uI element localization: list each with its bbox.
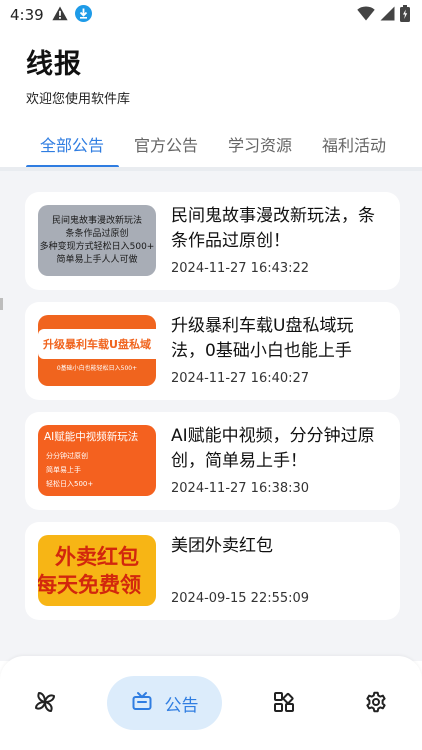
tab-welfare-activities[interactable]: 福利活动 bbox=[322, 132, 386, 156]
announcement-card[interactable]: 升级暴利车载U盘私域 0基础小白也能轻松日入500+ 升级暴利车载U盘私域玩法，… bbox=[25, 302, 400, 400]
announcement-thumbnail: 民间鬼故事漫改新玩法 条条作品过原创 多种变现方式轻松日入500+ 简单易上手人… bbox=[38, 205, 156, 276]
thumbnail-text: 每天免费领 bbox=[38, 572, 141, 597]
signal-icon bbox=[380, 6, 395, 25]
wifi-icon bbox=[357, 6, 375, 25]
thumbnail-text: AI赋能中视频新玩法 bbox=[44, 431, 139, 443]
tab-all-announcements[interactable]: 全部公告 bbox=[40, 132, 104, 156]
thumbnail-text: 外卖红包 bbox=[55, 544, 139, 569]
thumbnail-text: 民间鬼故事漫改新玩法 bbox=[51, 215, 142, 226]
apps-grid-icon bbox=[273, 691, 295, 717]
announcement-thumbnail: 升级暴利车载U盘私域 0基础小白也能轻松日入500+ bbox=[38, 315, 156, 386]
announcement-thumbnail: 外卖红包 每天免费领 bbox=[38, 535, 156, 606]
announcement-date: 2024-11-27 16:43:22 bbox=[171, 261, 310, 276]
page-subtitle: 欢迎您使用软件库 bbox=[26, 92, 131, 107]
announcement-title: 美团外卖红包 bbox=[171, 536, 273, 556]
category-tabs: 全部公告 官方公告 学习资源 福利活动 bbox=[0, 122, 422, 169]
tab-learning-resources[interactable]: 学习资源 bbox=[228, 132, 292, 156]
thumbnail-text: 多种变现方式轻松日入500+ bbox=[39, 241, 155, 252]
nav-settings[interactable] bbox=[361, 689, 391, 719]
bottom-navigation: 公告 bbox=[0, 656, 422, 750]
announcement-card[interactable]: AI赋能中视频新玩法 分分钟过原创 简单易上手 轻松日入500+ AI赋能中视频… bbox=[25, 412, 400, 510]
announcement-title: AI赋能中视频，分分钟过原创，简单易上手！ bbox=[171, 426, 375, 471]
announcement-date: 2024-09-15 22:55:09 bbox=[171, 591, 310, 606]
download-icon bbox=[74, 4, 92, 26]
nav-apps[interactable] bbox=[269, 689, 299, 719]
nav-home[interactable] bbox=[30, 689, 60, 719]
thumbnail-text: 简单易上手人人可做 bbox=[56, 254, 138, 265]
warning-icon bbox=[52, 6, 68, 25]
announcement-card[interactable]: 民间鬼故事漫改新玩法 条条作品过原创 多种变现方式轻松日入500+ 简单易上手人… bbox=[25, 192, 400, 290]
page-title: 线报 bbox=[26, 49, 82, 80]
thumbnail-text: 条条作品过原创 bbox=[65, 228, 129, 239]
thumbnail-text: 0基础小白也能轻松日入500+ bbox=[56, 365, 138, 372]
thumbnail-text: 简单易上手 bbox=[46, 466, 81, 474]
announcement-thumbnail: AI赋能中视频新玩法 分分钟过原创 简单易上手 轻松日入500+ bbox=[38, 425, 156, 496]
settings-icon bbox=[365, 691, 387, 717]
tab-official-announcements[interactable]: 官方公告 bbox=[134, 132, 198, 156]
announcement-date: 2024-11-27 16:40:27 bbox=[171, 371, 310, 386]
thumbnail-text: 分分钟过原创 bbox=[46, 452, 88, 460]
battery-icon bbox=[400, 4, 410, 26]
nav-announcements[interactable]: 公告 bbox=[107, 676, 222, 730]
announcement-title: 升级暴利车载U盘私域玩法，0基础小白也能上手 bbox=[171, 316, 354, 361]
thumbnail-text: 轻松日入500+ bbox=[46, 480, 94, 488]
status-time: 4:39 bbox=[10, 6, 44, 24]
pinwheel-icon bbox=[33, 690, 57, 718]
thumbnail-text: 升级暴利车载U盘私域 bbox=[43, 338, 151, 351]
header: 线报 欢迎您使用软件库 bbox=[26, 42, 130, 107]
announcement-title: 民间鬼故事漫改新玩法，条条作品过原创！ bbox=[171, 206, 375, 251]
announcement-icon bbox=[131, 690, 153, 716]
status-bar: 4:39 bbox=[0, 0, 422, 30]
edge-marker bbox=[0, 298, 3, 310]
announcement-date: 2024-11-27 16:38:30 bbox=[171, 481, 310, 496]
announcement-card[interactable]: 外卖红包 每天免费领 美团外卖红包 2024-09-15 22:55:09 bbox=[25, 522, 400, 620]
nav-announcements-label: 公告 bbox=[164, 695, 199, 716]
announcement-list[interactable]: 民间鬼故事漫改新玩法 条条作品过原创 多种变现方式轻松日入500+ 简单易上手人… bbox=[0, 171, 422, 661]
